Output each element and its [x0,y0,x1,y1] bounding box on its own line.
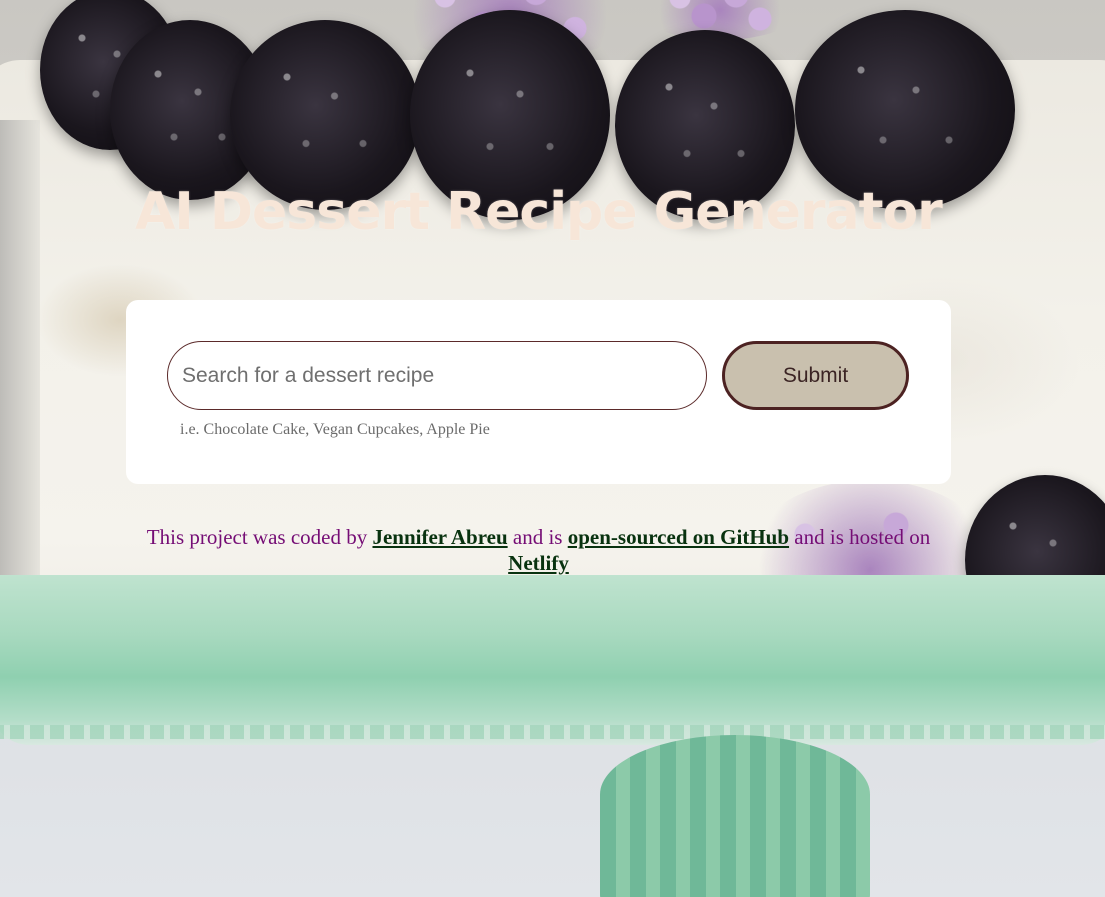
submit-button[interactable]: Submit [722,341,909,410]
footer-prefix-text: This project was coded by [146,525,368,549]
footer-suffix-text: and is hosted on [794,525,931,549]
page-title: AI Dessert Recipe Generator [135,182,943,242]
search-card: Submit i.e. Chocolate Cake, Vegan Cupcak… [126,300,951,484]
cake-stand-rim [0,725,1105,739]
cake-stand-plate [0,575,1105,745]
github-link[interactable]: open-sourced on GitHub [568,525,789,549]
author-link[interactable]: Jennifer Abreu [372,525,507,549]
search-hint: i.e. Chocolate Cake, Vegan Cupcakes, App… [180,421,490,438]
netlify-link[interactable]: Netlify [508,551,569,575]
footer: This project was coded by Jennifer Abreu… [120,524,957,576]
blackberry [795,10,1015,210]
footer-middle-text: and is [512,525,563,549]
cake-stand-stem [600,735,870,897]
search-input[interactable] [167,341,707,410]
